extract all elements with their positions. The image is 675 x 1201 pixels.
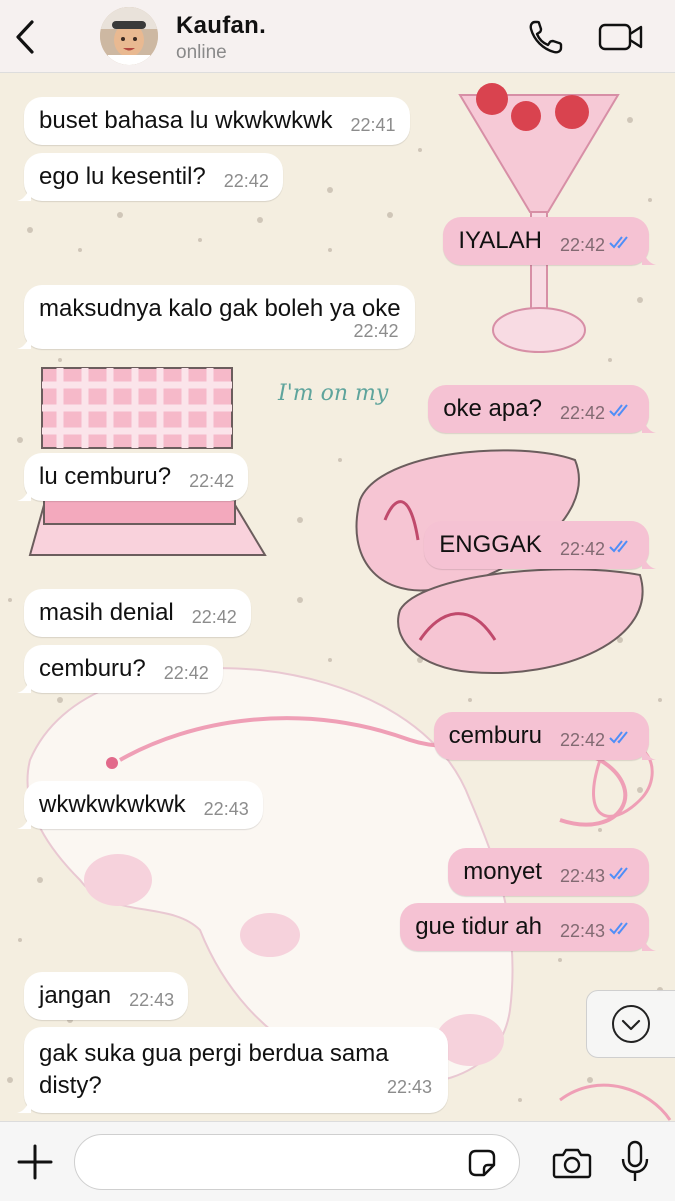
- bubble-tail: [17, 815, 31, 829]
- read-receipt-icon: [609, 922, 628, 935]
- message-text: cemburu?: [39, 655, 146, 682]
- message-text: oke apa?: [443, 395, 542, 422]
- message-time: 22:43: [559, 866, 605, 886]
- message-time: 22:42: [559, 403, 605, 423]
- incoming-message[interactable]: wkwkwkwkwk 22:43: [17, 781, 263, 829]
- video-call-button[interactable]: [598, 20, 644, 54]
- message-input[interactable]: [74, 1134, 520, 1190]
- outgoing-message[interactable]: IYALAH 22:42: [443, 217, 656, 265]
- outgoing-message[interactable]: oke apa? 22:42: [428, 385, 656, 433]
- bubble-tail: [17, 679, 31, 693]
- message-text: gak suka gua pergi berdua sama disty?: [39, 1040, 389, 1099]
- message-text: wkwkwkwkwk: [39, 791, 186, 818]
- sticker-button[interactable]: [466, 1147, 498, 1179]
- video-camera-icon: [598, 23, 643, 51]
- outgoing-message[interactable]: gue tidur ah 22:43: [400, 903, 656, 951]
- incoming-message[interactable]: jangan 22:43: [24, 972, 189, 1020]
- voice-call-button[interactable]: [526, 18, 566, 56]
- message-time: 22:41: [350, 115, 396, 135]
- message-time: 22:42: [191, 607, 237, 627]
- message-time: 22:43: [203, 799, 249, 819]
- bubble-tail: [642, 555, 656, 569]
- chat-header: Kaufan. online: [0, 0, 675, 73]
- read-receipt-icon: [609, 236, 628, 249]
- message-time: 22:42: [189, 471, 235, 491]
- read-receipt-icon: [609, 404, 628, 417]
- message-text: cemburu: [448, 722, 542, 749]
- message-text: IYALAH: [458, 227, 542, 254]
- camera-button[interactable]: [552, 1145, 592, 1181]
- outgoing-message[interactable]: cemburu 22:42: [433, 712, 656, 760]
- outgoing-message[interactable]: monyet 22:43: [448, 848, 649, 896]
- back-button[interactable]: [10, 18, 44, 56]
- chevron-down-circle-icon: [612, 1005, 650, 1043]
- sticker-icon: [468, 1149, 496, 1177]
- chevron-left-icon: [16, 20, 34, 54]
- bubble-tail: [17, 187, 31, 201]
- attach-button[interactable]: [16, 1143, 54, 1181]
- bubble-tail: [17, 335, 31, 349]
- camera-icon: [552, 1148, 592, 1179]
- microphone-icon: [621, 1140, 649, 1181]
- message-time: 22:42: [559, 235, 605, 255]
- read-receipt-icon: [609, 540, 628, 553]
- message-text: ENGGAK: [439, 531, 542, 558]
- incoming-message[interactable]: masih denial 22:42: [24, 589, 251, 637]
- message-text: jangan: [39, 982, 112, 1009]
- message-time: 22:43: [386, 1077, 432, 1097]
- message-time: 22:42: [163, 663, 209, 683]
- outgoing-message[interactable]: ENGGAK 22:42: [424, 521, 656, 569]
- contact-name[interactable]: Kaufan.: [176, 12, 266, 40]
- message-text: monyet: [463, 858, 542, 885]
- message-time: 22:42: [353, 321, 399, 341]
- bubble-tail: [17, 1099, 31, 1113]
- message-time: 22:42: [559, 539, 605, 559]
- read-receipt-icon: [609, 867, 628, 880]
- incoming-message[interactable]: lu cemburu? 22:42: [17, 453, 249, 501]
- bubble-tail: [17, 487, 31, 501]
- bubble-tail: [642, 251, 656, 265]
- message-text: ego lu kesentil?: [39, 163, 206, 190]
- phone-icon: [529, 20, 563, 54]
- plus-icon: [17, 1144, 53, 1180]
- microphone-button[interactable]: [620, 1140, 650, 1184]
- read-receipt-icon: [609, 731, 628, 744]
- bubble-tail: [642, 746, 656, 760]
- bubble-tail: [642, 419, 656, 433]
- incoming-message[interactable]: ego lu kesentil? 22:42: [17, 153, 283, 201]
- message-list[interactable]: buset bahasa lu wkwkwkwk 22:41 ego lu kes…: [0, 0, 675, 1200]
- message-composer: [0, 1121, 675, 1201]
- message-text: masih denial: [39, 599, 174, 626]
- contact-status: online: [176, 42, 227, 63]
- message-time: 22:42: [223, 171, 269, 191]
- message-text: maksudnya kalo gak boleh ya oke: [39, 295, 401, 322]
- avatar-photo: [100, 7, 158, 65]
- message-time: 22:42: [559, 730, 605, 750]
- message-time: 22:43: [559, 921, 605, 941]
- incoming-message[interactable]: cemburu? 22:42: [17, 645, 223, 693]
- message-text: lu cemburu?: [39, 463, 172, 490]
- bubble-tail: [642, 937, 656, 951]
- incoming-message[interactable]: gak suka gua pergi berdua sama disty? 22…: [17, 1027, 448, 1113]
- scroll-to-bottom-button[interactable]: [586, 990, 675, 1058]
- avatar[interactable]: [100, 7, 158, 65]
- incoming-message[interactable]: buset bahasa lu wkwkwkwk 22:41: [24, 97, 410, 145]
- message-text: gue tidur ah: [415, 913, 542, 940]
- message-time: 22:43: [129, 990, 175, 1010]
- message-text: buset bahasa lu wkwkwkwk: [39, 107, 333, 134]
- incoming-message[interactable]: maksudnya kalo gak boleh ya oke 22:42: [17, 285, 415, 349]
